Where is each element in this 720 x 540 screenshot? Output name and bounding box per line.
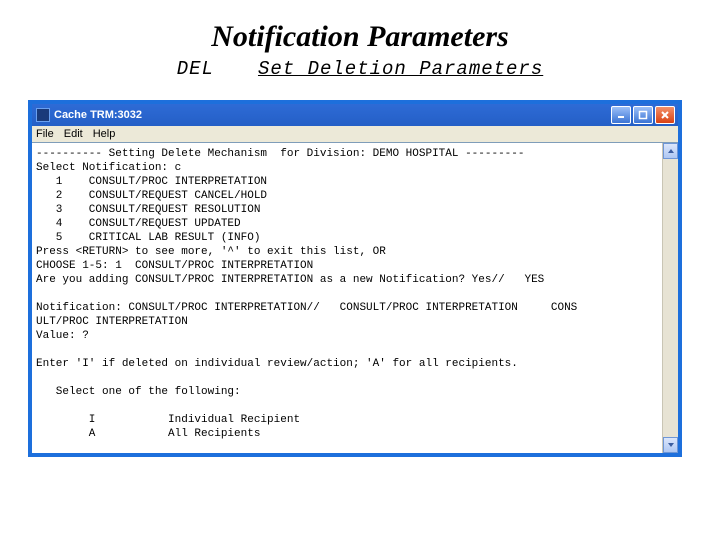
slide-title: Notification Parameters	[30, 20, 690, 54]
menu-help[interactable]: Help	[93, 128, 116, 140]
app-icon	[36, 108, 50, 122]
maximize-icon	[638, 110, 648, 120]
scroll-up-button[interactable]	[663, 143, 678, 159]
subtitle-code: DEL	[177, 58, 214, 80]
close-icon	[660, 110, 670, 120]
terminal-window: Cache TRM:3032 File Edit Help ----------…	[28, 100, 682, 457]
close-button[interactable]	[655, 106, 675, 124]
titlebar: Cache TRM:3032	[32, 104, 678, 126]
vertical-scrollbar[interactable]	[662, 143, 678, 453]
maximize-button[interactable]	[633, 106, 653, 124]
chevron-up-icon	[667, 147, 675, 155]
scroll-track[interactable]	[663, 159, 678, 437]
window-title: Cache TRM:3032	[54, 109, 611, 121]
terminal-output[interactable]: ---------- Setting Delete Mechanism for …	[32, 143, 662, 453]
slide-subtitle: DEL Set Deletion Parameters	[30, 58, 690, 80]
scroll-down-button[interactable]	[663, 437, 678, 453]
chevron-down-icon	[667, 441, 675, 449]
minimize-button[interactable]	[611, 106, 631, 124]
subtitle-text: Set Deletion Parameters	[258, 58, 543, 80]
menu-file[interactable]: File	[36, 128, 54, 140]
window-controls	[611, 106, 675, 124]
minimize-icon	[616, 110, 626, 120]
menu-edit[interactable]: Edit	[64, 128, 83, 140]
content-area: ---------- Setting Delete Mechanism for …	[32, 142, 678, 453]
menubar: File Edit Help	[32, 126, 678, 142]
